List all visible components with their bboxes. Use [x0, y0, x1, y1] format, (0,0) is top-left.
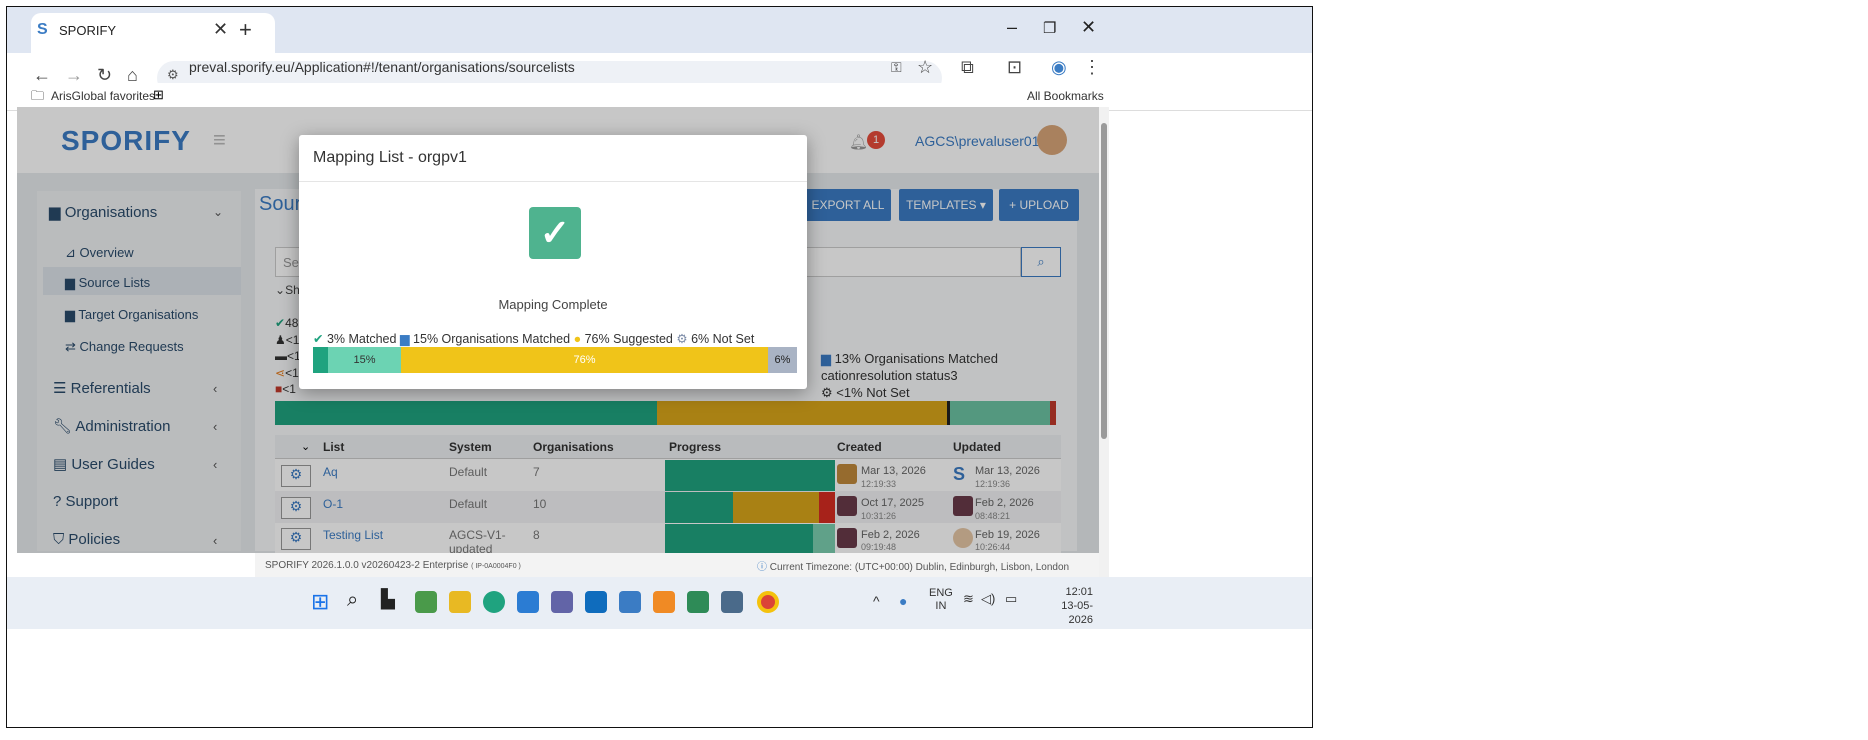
folder-icon: 🗀: [31, 88, 45, 103]
app-icon[interactable]: [687, 591, 709, 613]
apps-grid-icon[interactable]: ⊞: [153, 87, 164, 103]
version-info: SPORIFY 2026.1.0.0 v20260423-2 Enterpris…: [265, 560, 521, 571]
checkmark-icon: ✓: [529, 207, 581, 259]
browser-window: S SPORIFY ✕ + – ❐ ✕ ← → ↻ ⌂ ⚙ preval.spo…: [6, 6, 1313, 728]
close-tab-icon[interactable]: ✕: [213, 19, 228, 40]
teams-icon[interactable]: [551, 591, 573, 613]
app-icon[interactable]: [415, 591, 437, 613]
bookmark-star-icon[interactable]: ☆: [917, 57, 933, 78]
lightbulb-icon: ●: [573, 332, 582, 346]
profile-icon[interactable]: ◉: [1051, 57, 1067, 78]
volume-icon[interactable]: ◁): [981, 591, 995, 607]
site-info-icon[interactable]: ⚙: [167, 67, 179, 83]
all-bookmarks[interactable]: All Bookmarks: [1027, 89, 1104, 103]
app-icon[interactable]: [721, 591, 743, 613]
matched-segment: [313, 347, 328, 373]
new-tab-button[interactable]: +: [239, 17, 252, 43]
minimize-icon[interactable]: –: [1007, 17, 1017, 38]
dialog-divider: [299, 181, 807, 182]
close-window-icon[interactable]: ✕: [1081, 17, 1096, 38]
menu-dots-icon[interactable]: ⋮: [1083, 57, 1101, 78]
windows-start-icon[interactable]: ⊞: [311, 589, 329, 615]
info-icon: ⓘ: [757, 562, 770, 573]
password-key-icon[interactable]: ⚿: [891, 59, 902, 76]
edge-icon[interactable]: [483, 591, 505, 613]
file-explorer-icon[interactable]: [449, 591, 471, 613]
bar-chart-icon: ▆: [399, 332, 410, 346]
timezone-info: ⓘ Current Timezone: (UTC+00:00) Dublin, …: [757, 562, 1070, 573]
sporify-favicon-icon: S: [37, 21, 48, 38]
mapping-status: Mapping Complete: [498, 297, 608, 312]
mapping-legend: ✔ 3% Matched ▆ 15% Organisations Matched…: [313, 332, 755, 346]
app-icon[interactable]: [619, 591, 641, 613]
wifi-icon[interactable]: ≋: [963, 591, 974, 607]
orgs-matched-segment: 15%: [328, 347, 401, 373]
tray-chevron-up-icon[interactable]: ^: [873, 593, 880, 609]
tray-app-icon[interactable]: ●: [899, 593, 907, 609]
language-indicator[interactable]: ENG IN: [929, 587, 953, 613]
store-icon[interactable]: [517, 591, 539, 613]
bookmark-arisglobal[interactable]: ArisGlobal favorites: [51, 89, 155, 103]
check-circle-icon: ✔: [313, 332, 324, 346]
battery-icon[interactable]: ▭: [1005, 591, 1017, 607]
restore-icon[interactable]: ❐: [1043, 19, 1056, 37]
search-icon[interactable]: ⌕: [347, 589, 358, 612]
dialog-title: Mapping List - orgpv1: [313, 149, 467, 166]
tab-search-icon[interactable]: ⊡: [1007, 57, 1022, 78]
mapping-progress-bar: 15% 76% 6%: [313, 347, 797, 373]
chrome-icon[interactable]: [757, 591, 779, 613]
tab-title: SPORIFY: [59, 23, 117, 38]
scrollbar-thumb[interactable]: [1101, 123, 1107, 439]
task-view-icon[interactable]: ▙: [381, 589, 395, 610]
url-text[interactable]: preval.sporify.eu/Application#!/tenant/o…: [189, 59, 575, 75]
gear-icon: ⚙: [676, 332, 688, 346]
app-icon[interactable]: [653, 591, 675, 613]
extensions-icon[interactable]: ⧉: [961, 57, 974, 78]
clock[interactable]: 12:01 13-05-2026: [1037, 585, 1093, 627]
outlook-icon[interactable]: [585, 591, 607, 613]
not-set-segment: 6%: [768, 347, 797, 373]
suggested-segment: 76%: [401, 347, 768, 373]
